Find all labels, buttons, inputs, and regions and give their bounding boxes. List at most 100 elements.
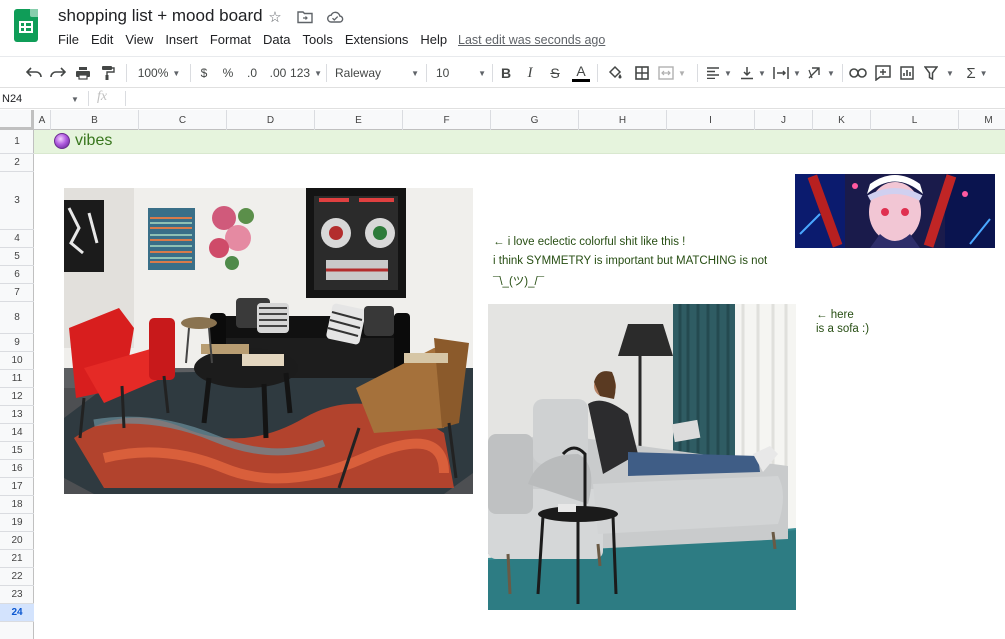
merge-cells-icon[interactable]: ▼	[656, 63, 688, 83]
column-header-a[interactable]: A	[34, 110, 51, 130]
functions-button[interactable]: Σ ▼	[962, 63, 992, 83]
cell-grid[interactable]: vibes ← i love eclectic colorful shit li…	[34, 130, 1005, 639]
column-header-c[interactable]: C	[139, 110, 227, 130]
menu-tools[interactable]: Tools	[302, 32, 332, 47]
font-size-value: 10	[436, 66, 450, 80]
decrease-decimal-button[interactable]: .0	[242, 63, 262, 83]
row-header-20[interactable]: 20	[0, 532, 34, 550]
vertical-align-icon[interactable]: ▼	[738, 63, 768, 83]
text-color-button[interactable]: A	[572, 63, 590, 82]
column-header-f[interactable]: F	[403, 110, 491, 130]
chevron-down-icon: ▼	[827, 68, 835, 78]
menu-format[interactable]: Format	[210, 32, 251, 47]
column-header-b[interactable]: B	[51, 110, 139, 130]
column-header-g[interactable]: G	[491, 110, 579, 130]
menu-data[interactable]: Data	[263, 32, 290, 47]
row-header-15[interactable]: 15	[0, 442, 34, 460]
row-header-5[interactable]: 5	[0, 248, 34, 266]
row-header-7[interactable]: 7	[0, 284, 34, 302]
undo-icon[interactable]	[24, 63, 44, 83]
column-header-m[interactable]: M	[959, 110, 1005, 130]
row-header-14[interactable]: 14	[0, 424, 34, 442]
column-header-h[interactable]: H	[579, 110, 667, 130]
row-header-22[interactable]: 22	[0, 568, 34, 586]
row-header-1[interactable]: 1	[0, 130, 34, 154]
font-family-select[interactable]: Raleway ▼	[335, 63, 419, 83]
row-header-6[interactable]: 6	[0, 266, 34, 284]
borders-icon[interactable]	[632, 63, 652, 83]
insert-chart-icon[interactable]	[897, 63, 917, 83]
row-header-17[interactable]: 17	[0, 478, 34, 496]
horizontal-align-icon[interactable]: ▼	[704, 63, 734, 83]
formula-input[interactable]	[132, 91, 992, 106]
increase-decimal-button[interactable]: .00	[266, 63, 290, 83]
last-edit-link[interactable]: Last edit was seconds ago	[458, 33, 605, 47]
menu-help[interactable]: Help	[420, 32, 447, 47]
anime-art-image[interactable]	[795, 174, 995, 248]
paint-format-icon[interactable]	[98, 63, 118, 83]
gallery-living-room-image[interactable]	[64, 188, 473, 494]
row-header-2[interactable]: 2	[0, 154, 34, 172]
row-header-8[interactable]: 8	[0, 302, 34, 334]
menu-edit[interactable]: Edit	[91, 32, 113, 47]
chevron-down-icon: ▼	[946, 68, 954, 78]
zoom-select[interactable]: 100% ▼	[135, 63, 183, 83]
insert-comment-icon[interactable]	[873, 63, 893, 83]
column-header-i[interactable]: I	[667, 110, 755, 130]
row-header-21[interactable]: 21	[0, 550, 34, 568]
formula-divider	[88, 91, 89, 106]
row-header-4[interactable]: 4	[0, 230, 34, 248]
row-header-18[interactable]: 18	[0, 496, 34, 514]
note-eclectic[interactable]: ← i love eclectic colorful shit like thi…	[493, 236, 685, 248]
strikethrough-button[interactable]: S	[547, 63, 563, 83]
row-header-12[interactable]: 12	[0, 388, 34, 406]
fx-icon: fx	[97, 89, 108, 104]
menu-extensions[interactable]: Extensions	[345, 32, 409, 47]
cloud-saved-icon[interactable]	[325, 7, 345, 27]
text-rotation-icon[interactable]: ▼	[806, 63, 836, 83]
menu-file[interactable]: File	[58, 32, 79, 47]
vibes-heading[interactable]: vibes	[54, 132, 112, 150]
row-header-24[interactable]: 24	[0, 604, 34, 622]
column-header-e[interactable]: E	[315, 110, 403, 130]
column-header-d[interactable]: D	[227, 110, 315, 130]
column-header-l[interactable]: L	[871, 110, 959, 130]
document-title[interactable]: shopping list + mood board	[58, 6, 263, 26]
menu-insert[interactable]: Insert	[165, 32, 198, 47]
row-header-23[interactable]: 23	[0, 586, 34, 604]
percent-format-button[interactable]: %	[220, 63, 236, 83]
row-header-19[interactable]: 19	[0, 514, 34, 532]
move-folder-icon[interactable]	[295, 7, 315, 27]
row-header-3[interactable]: 3	[0, 172, 34, 230]
chevron-down-icon[interactable]: ▼	[71, 95, 79, 104]
filter-icon[interactable]: ▼	[922, 63, 956, 83]
currency-format-button[interactable]: $	[196, 63, 212, 83]
number-format-label: 123	[290, 66, 311, 80]
more-formats-select[interactable]: 123 ▼	[290, 63, 322, 83]
menu-view[interactable]: View	[125, 32, 153, 47]
select-all-corner[interactable]	[0, 110, 34, 130]
column-header-k[interactable]: K	[813, 110, 871, 130]
font-size-select[interactable]: 10 ▼	[436, 63, 486, 83]
note-here[interactable]: ← here	[816, 309, 854, 321]
fill-color-icon[interactable]	[605, 63, 625, 83]
sofa-woman-image[interactable]	[488, 304, 796, 610]
star-icon[interactable]: ☆	[265, 7, 285, 27]
row-header-10[interactable]: 10	[0, 352, 34, 370]
note-shrug[interactable]: ¯\_(ツ)_/¯	[493, 273, 544, 289]
column-header-j[interactable]: J	[755, 110, 813, 130]
row-header-13[interactable]: 13	[0, 406, 34, 424]
redo-icon[interactable]	[48, 63, 68, 83]
text-wrapping-icon[interactable]: ▼	[772, 63, 802, 83]
row-header-11[interactable]: 11	[0, 370, 34, 388]
row-header-9[interactable]: 9	[0, 334, 34, 352]
note-sofa[interactable]: is a sofa :)	[816, 323, 869, 335]
italic-button[interactable]: I	[522, 63, 538, 83]
chevron-down-icon: ▼	[314, 68, 322, 78]
sheets-logo-icon[interactable]	[14, 9, 38, 42]
insert-link-icon[interactable]	[848, 63, 868, 83]
bold-button[interactable]: B	[498, 63, 514, 83]
print-icon[interactable]	[73, 63, 93, 83]
row-header-16[interactable]: 16	[0, 460, 34, 478]
note-symmetry[interactable]: i think SYMMETRY is important but MATCHI…	[493, 255, 767, 267]
